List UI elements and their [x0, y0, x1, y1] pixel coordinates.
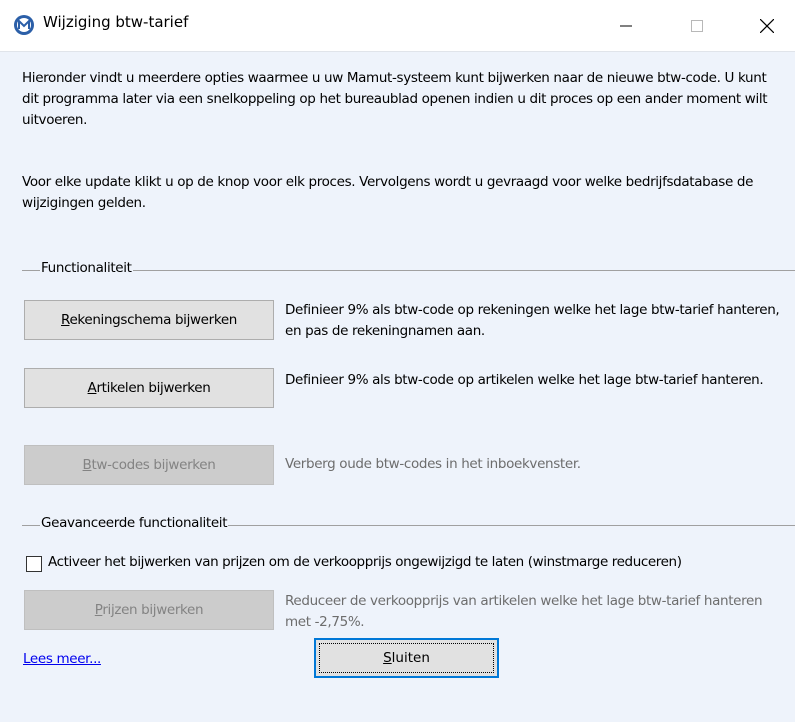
- artikelen-description: Definieer 9% als btw-code op artikelen w…: [285, 372, 764, 388]
- instruction-paragraph: Voor elke update klikt u op de knop voor…: [22, 174, 754, 211]
- dialog-window: Wijziging btw-tarief Hieronder vindt u m…: [0, 0, 795, 722]
- button-label: rijzen bijwerken: [102, 602, 204, 618]
- prijzen-bijwerken-button[interactable]: Prijzen bijwerken: [24, 590, 274, 630]
- focus-rectangle: [319, 643, 494, 673]
- button-label: ekeningschema bijwerken: [69, 312, 237, 328]
- button-label: rtikelen bijwerken: [96, 380, 211, 396]
- close-icon: [760, 18, 774, 33]
- lees-meer-link[interactable]: Lees meer...: [23, 651, 101, 667]
- update-prices-checkbox-label[interactable]: Activeer het bijwerken van prijzen om de…: [48, 554, 682, 570]
- minimize-icon: [620, 25, 632, 26]
- rekeningschema-description: Definieer 9% als btw-code op rekeningen …: [285, 302, 780, 339]
- maximize-button[interactable]: [668, 0, 726, 51]
- close-window-button[interactable]: [738, 0, 795, 51]
- rekeningschema-bijwerken-button[interactable]: Rekeningschema bijwerken: [24, 300, 274, 340]
- group-label-functionaliteit: Functionaliteit: [40, 260, 133, 276]
- group-divider-functionaliteit: [22, 270, 795, 271]
- window-title: Wijziging btw-tarief: [43, 13, 189, 31]
- btw-codes-bijwerken-button[interactable]: Btw-codes bijwerken: [24, 445, 274, 485]
- sluiten-button[interactable]: Sluiten: [314, 638, 499, 678]
- prijzen-description: Reduceer de verkoopprijs van artikelen w…: [285, 593, 763, 630]
- intro-paragraph: Hieronder vindt u meerdere opties waarme…: [22, 70, 768, 128]
- maximize-icon: [691, 19, 703, 32]
- button-label: tw-codes bijwerken: [91, 457, 216, 473]
- artikelen-bijwerken-button[interactable]: Artikelen bijwerken: [24, 368, 274, 408]
- group-label-geavanceerd: Geavanceerde functionaliteit: [40, 515, 229, 531]
- title-bar[interactable]: Wijziging btw-tarief: [0, 0, 795, 52]
- minimize-button[interactable]: [597, 0, 655, 51]
- mamut-logo-icon: [14, 15, 34, 35]
- btw-codes-description: Verberg oude btw-codes in het inboekvens…: [285, 456, 581, 472]
- update-prices-checkbox[interactable]: [26, 556, 42, 572]
